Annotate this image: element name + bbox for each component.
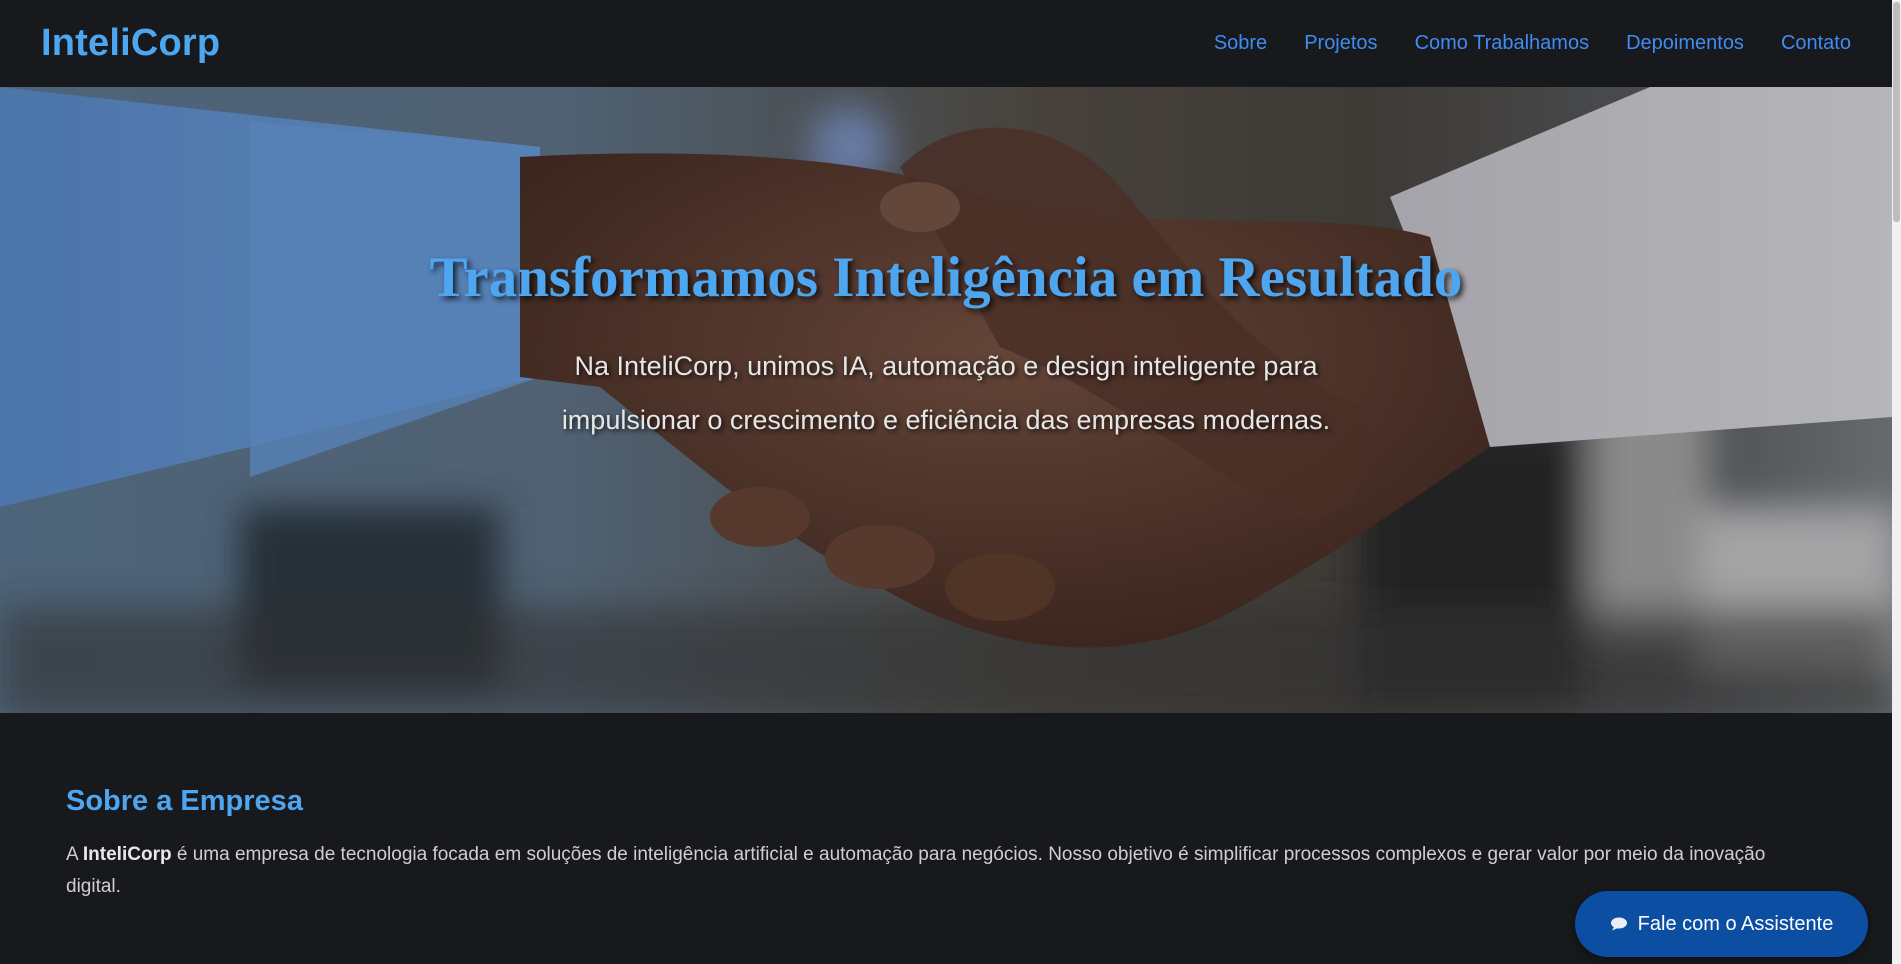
page: InteliCorp Sobre Projetos Como Trabalham… <box>0 0 1901 964</box>
nav-link-como-trabalhamos[interactable]: Como Trabalhamos <box>1415 32 1590 55</box>
hero-content: Transformamos Inteligência em Resultado … <box>0 87 1892 713</box>
nav-link-projetos[interactable]: Projetos <box>1304 32 1377 55</box>
nav-link-contato[interactable]: Contato <box>1781 32 1851 55</box>
about-title: Sobre a Empresa <box>66 785 303 817</box>
hero-subtitle-line-1: Na InteliCorp, unimos IA, automação e de… <box>574 351 1318 381</box>
chat-assistant-button[interactable]: Fale com o Assistente <box>1575 891 1868 957</box>
about-text-body: é uma empresa de tecnologia focada em so… <box>66 844 1766 897</box>
hero-subtitle: Na InteliCorp, unimos IA, automação e de… <box>0 339 1892 447</box>
chat-bubble-icon <box>1610 917 1627 931</box>
scrollbar-thumb[interactable] <box>1893 2 1900 222</box>
chat-assistant-label: Fale com o Assistente <box>1637 912 1834 935</box>
hero-title: Transformamos Inteligência em Resultado <box>429 246 1463 309</box>
about-text-prefix: A <box>66 844 83 865</box>
hero-section: Transformamos Inteligência em Resultado … <box>0 87 1892 713</box>
about-text: A InteliCorp é uma empresa de tecnologia… <box>66 839 1786 903</box>
hero-subtitle-line-2: impulsionar o crescimento e eficiência d… <box>561 405 1331 435</box>
top-navbar: InteliCorp Sobre Projetos Como Trabalham… <box>0 0 1892 87</box>
about-text-company: InteliCorp <box>82 844 172 865</box>
main-nav: Sobre Projetos Como Trabalhamos Depoimen… <box>1214 32 1851 55</box>
page-scrollbar[interactable] <box>1892 0 1901 964</box>
nav-link-sobre[interactable]: Sobre <box>1214 32 1267 55</box>
brand-logo[interactable]: InteliCorp <box>41 22 220 65</box>
nav-link-depoimentos[interactable]: Depoimentos <box>1626 32 1744 55</box>
